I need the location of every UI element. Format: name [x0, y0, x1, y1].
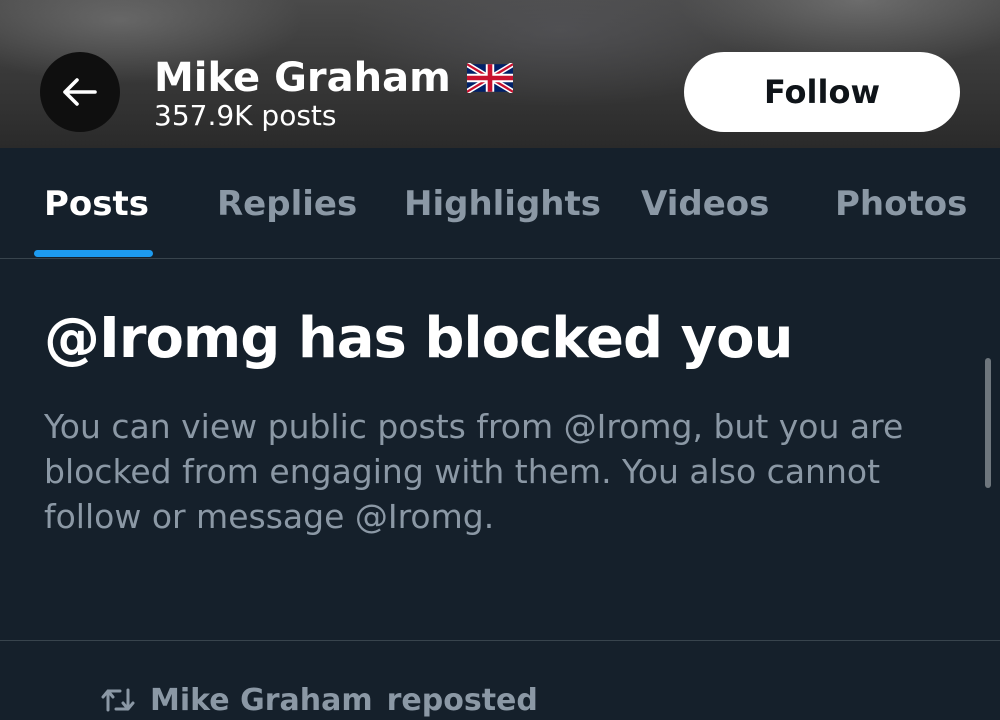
arrow-left-icon — [63, 78, 97, 106]
tab-posts[interactable]: Posts — [44, 182, 149, 226]
follow-button[interactable]: Follow — [684, 52, 960, 132]
tab-videos[interactable]: Videos — [641, 182, 769, 226]
post-count: 357.9K posts — [154, 99, 337, 132]
tab-replies[interactable]: Replies — [217, 182, 357, 226]
repost-indicator: Mike Graham reposted — [100, 680, 552, 720]
profile-name-text: Mike Graham — [154, 55, 451, 101]
repost-author[interactable]: Mike Graham — [150, 683, 373, 718]
scrollbar[interactable] — [985, 358, 991, 488]
profile-header: Mike Graham 357.9K posts Follow — [0, 0, 1000, 148]
repost-action: reposted — [386, 682, 538, 718]
blocked-title: @Iromg has blocked you — [44, 306, 793, 371]
back-button[interactable] — [40, 52, 120, 132]
profile-name: Mike Graham — [154, 52, 513, 104]
divider — [0, 640, 1000, 641]
blocked-description: You can view public posts from @Iromg, b… — [44, 407, 904, 536]
active-tab-indicator — [34, 250, 153, 257]
tab-photos[interactable]: Photos — [835, 182, 967, 226]
repost-icon — [101, 688, 135, 712]
tab-highlights[interactable]: Highlights — [404, 182, 601, 226]
uk-flag-icon — [466, 63, 513, 93]
profile-tabs: Posts Replies Highlights Videos Photos — [0, 148, 1000, 259]
